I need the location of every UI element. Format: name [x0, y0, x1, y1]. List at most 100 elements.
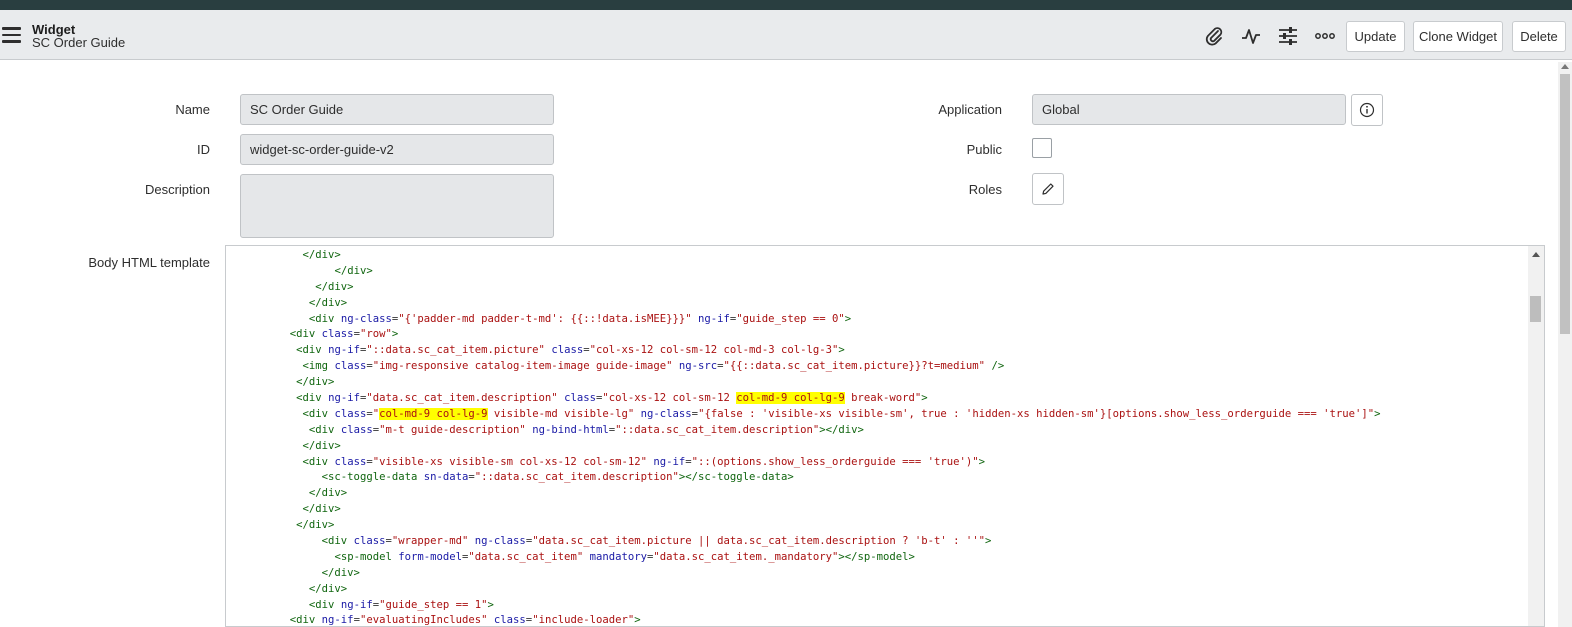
code-line: <sp-model form-model="data.sc_cat_item" …	[226, 550, 1381, 566]
code-token: "visible-xs visible-sm col-xs-12 col-sm-…	[372, 455, 647, 468]
editor-scrollbar[interactable]	[1528, 246, 1544, 626]
page-scroll-thumb[interactable]	[1560, 74, 1570, 334]
code-token: mandatory	[589, 550, 647, 563]
code-line: </div>	[226, 375, 1381, 391]
application-label: Application	[938, 102, 1002, 117]
code-token: </div>	[308, 582, 348, 595]
code-token: "::data.sc_cat_item.description"	[615, 423, 820, 436]
code-content[interactable]: </div> </div> </div> </div> <div ng-clas…	[226, 248, 1381, 627]
code-token: "data.sc_cat_item.picture || data.sc_cat…	[532, 535, 986, 548]
code-token: <sc-toggle-data	[321, 471, 424, 484]
code-token: ng-if	[698, 312, 730, 325]
code-token: "{{::data.sc_cat_item.picture}}?t=medium…	[723, 360, 986, 373]
form-header: Widget SC Order Guide Update Clone Widge…	[0, 10, 1572, 60]
code-line: </div>	[226, 264, 1381, 280]
code-token: <div	[321, 535, 354, 548]
code-line: <div class="wrapper-md" ng-class="data.s…	[226, 534, 1381, 550]
code-line: <img class="img-responsive catalog-item-…	[226, 359, 1381, 375]
code-line: </div>	[226, 582, 1381, 598]
code-token: ng-class	[640, 407, 692, 420]
code-token: </div>	[308, 487, 348, 500]
info-icon[interactable]	[1351, 94, 1383, 126]
code-line: <div ng-if="guide_step == 1">	[226, 598, 1381, 614]
code-token: "guide_step == 0"	[736, 312, 845, 325]
code-token: "include-loader"	[532, 614, 635, 627]
code-token: >	[985, 535, 992, 548]
code-token: </div>	[302, 249, 341, 261]
description-field[interactable]	[240, 174, 554, 238]
code-token: ng-bind-html	[532, 423, 609, 436]
code-token: ></sc-toggle-data>	[678, 471, 794, 484]
paperclip-icon[interactable]	[1203, 25, 1225, 47]
edit-roles-pencil-icon[interactable]	[1032, 173, 1064, 205]
code-token: "evaluatingIncludes"	[359, 614, 488, 627]
code-line: </div>	[226, 566, 1381, 582]
code-line: <div ng-if="evaluatingIncludes" class="i…	[226, 613, 1381, 627]
code-token: </div>	[296, 376, 335, 389]
code-token: class	[551, 344, 584, 357]
code-token: <div	[296, 344, 329, 357]
code-line: <div ng-class="{'padder-md padder-t-md':…	[226, 312, 1381, 328]
highlighted-text: col-md-9 col-lg-9	[736, 392, 845, 405]
editor-scroll-thumb[interactable]	[1530, 296, 1541, 322]
sliders-icon[interactable]	[1277, 25, 1299, 47]
body-html-code-editor[interactable]: </div> </div> </div> </div> <div ng-clas…	[225, 245, 1545, 627]
description-label: Description	[144, 182, 210, 197]
update-button[interactable]: Update	[1346, 21, 1405, 52]
code-line: <div class="row">	[226, 327, 1381, 343]
code-line: <div class="col-md-9 col-lg-9 visible-md…	[226, 407, 1381, 423]
code-token: ></sp-model>	[838, 550, 915, 563]
id-field[interactable]: widget-sc-order-guide-v2	[240, 134, 554, 165]
code-token: class	[334, 455, 367, 468]
code-token: "{false : 'visible-xs visible-sm', true …	[698, 407, 1375, 420]
code-token: class	[321, 328, 354, 341]
code-token: "data.sc_cat_item"	[468, 550, 584, 563]
id-label: ID	[197, 142, 210, 157]
code-token: ng-class	[474, 535, 526, 548]
code-line: </div>	[226, 502, 1381, 518]
code-line: <div ng-if="data.sc_cat_item.description…	[226, 391, 1381, 407]
name-field[interactable]: SC Order Guide	[240, 94, 554, 125]
code-token: <div	[308, 598, 341, 611]
scroll-up-arrow-icon[interactable]	[1532, 252, 1540, 257]
page-scroll-up-arrow-icon[interactable]	[1561, 64, 1569, 69]
code-token: "row"	[359, 328, 392, 341]
code-token: >	[844, 312, 852, 325]
top-brand-strip	[0, 0, 1572, 10]
code-token: visible-md visible-lg"	[487, 407, 635, 420]
code-token: <img	[302, 360, 335, 373]
code-token: class	[340, 423, 373, 436]
code-token: <div	[308, 423, 341, 436]
record-display-name: SC Order Guide	[32, 35, 126, 50]
code-line: <div class="m-t guide-description" ng-bi…	[226, 423, 1381, 439]
code-token: <sp-model	[334, 550, 399, 563]
code-token: >	[634, 614, 641, 627]
code-token: ng-if	[340, 598, 373, 611]
code-token: "m-t guide-description"	[379, 423, 526, 436]
code-token: ></div>	[819, 423, 864, 436]
page-scrollbar[interactable]	[1558, 62, 1572, 627]
public-checkbox[interactable]	[1032, 138, 1052, 158]
code-token: <div	[308, 312, 341, 325]
code-token: "data.sc_cat_item._mandatory"	[653, 550, 839, 563]
code-token: >	[978, 455, 986, 468]
activity-icon[interactable]	[1240, 25, 1262, 47]
code-token: ng-if	[653, 455, 686, 468]
code-token: "col-xs-12 col-sm-12	[602, 392, 737, 405]
application-field[interactable]: Global	[1032, 94, 1346, 125]
code-token: class	[493, 614, 526, 627]
code-token: form-model	[398, 550, 462, 563]
code-token: </div>	[296, 519, 335, 532]
clone-widget-button[interactable]: Clone Widget	[1413, 21, 1503, 52]
code-line: </div>	[226, 248, 1381, 264]
delete-button[interactable]: Delete	[1512, 21, 1566, 52]
name-label: Name	[175, 102, 210, 117]
code-token: "data.sc_cat_item.description"	[366, 392, 558, 405]
code-token: <div	[289, 614, 322, 627]
highlighted-text: col-md-9 col-lg-9	[379, 407, 488, 420]
hamburger-menu-icon[interactable]	[2, 27, 21, 43]
more-icon[interactable]	[1314, 25, 1336, 47]
code-token: </div>	[302, 439, 341, 452]
code-token: </div>	[315, 280, 354, 293]
code-token: </div>	[308, 296, 348, 309]
